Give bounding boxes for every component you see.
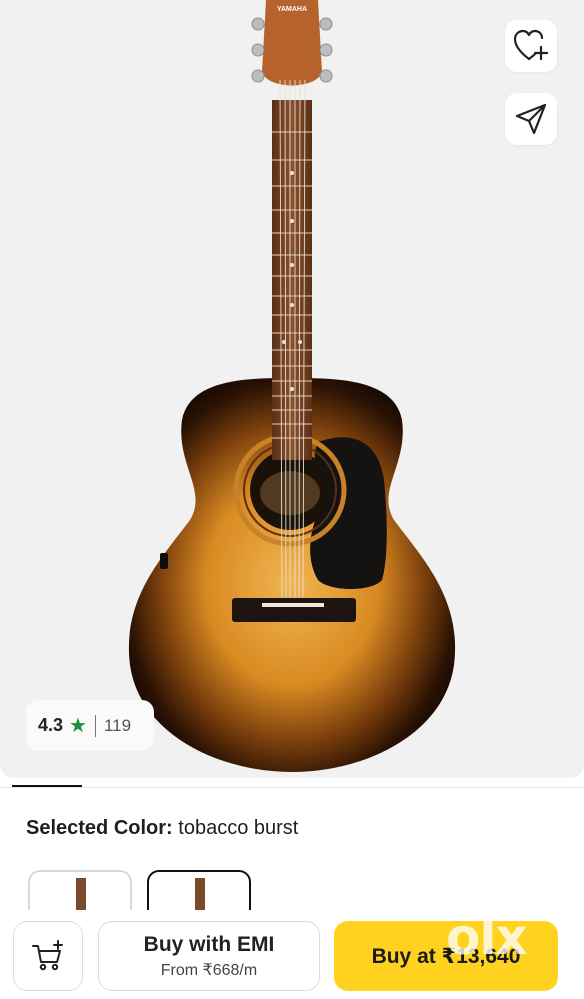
share-button[interactable] (505, 93, 557, 145)
rating-score: 4.3 (38, 715, 64, 735)
product-image-area[interactable]: YAMAHA 4.3 ★ 119 (0, 0, 584, 778)
emi-subtitle: From ₹668/m (160, 961, 258, 979)
wishlist-button[interactable] (505, 20, 557, 72)
product-image-guitar (128, 0, 456, 772)
send-icon (515, 103, 547, 135)
buy-with-emi-button[interactable]: Buy with EMI From ₹668/m (98, 921, 320, 991)
rating-count: 119 (103, 715, 132, 735)
selected-color-text: Selected Color: tobacco burst (26, 817, 298, 840)
olx-watermark: olx (446, 908, 528, 966)
emi-title: Buy with EMI (143, 932, 275, 956)
add-to-cart-button[interactable] (13, 921, 83, 991)
selected-color-label: Selected Color: (26, 817, 173, 839)
selected-color-value: tobacco burst (178, 817, 299, 839)
heart-plus-icon (513, 29, 549, 61)
star-icon: ★ (69, 715, 87, 737)
rating-divider (94, 714, 96, 737)
divider (0, 787, 584, 788)
cart-plus-icon (32, 940, 63, 971)
rating-badge[interactable]: 4.3 ★ 119 (26, 700, 154, 751)
headstock-logo: YAMAHA (276, 6, 308, 13)
